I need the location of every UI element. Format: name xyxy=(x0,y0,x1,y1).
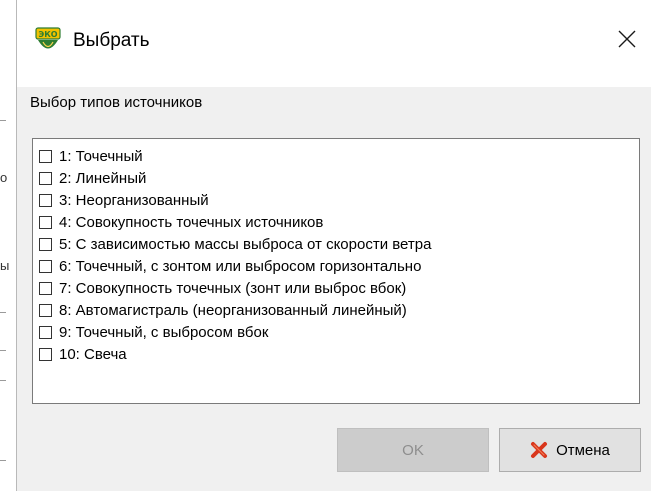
list-item-label: 3: Неорганизованный xyxy=(59,191,209,209)
svg-text:ЭКО: ЭКО xyxy=(38,30,57,39)
checkbox[interactable] xyxy=(39,325,52,339)
ok-button-label: OK xyxy=(402,441,424,459)
list-item-label: 5: С зависимостью массы выброса от скоро… xyxy=(59,235,432,253)
list-item[interactable]: 1: Точечный xyxy=(39,145,143,167)
list-item[interactable]: 8: Автомагистраль (неорганизованный лине… xyxy=(39,299,407,321)
background-tick xyxy=(0,350,6,351)
background-tick xyxy=(0,120,6,121)
list-item[interactable]: 4: Совокупность точечных источников xyxy=(39,211,323,233)
background-text: ы xyxy=(0,258,10,273)
background-text: о xyxy=(0,170,8,185)
list-item-label: 9: Точечный, с выбросом вбок xyxy=(59,323,269,341)
checkbox[interactable] xyxy=(39,259,52,273)
list-item[interactable]: 6: Точечный, с зонтом или выбросом гориз… xyxy=(39,255,421,277)
list-item-label: 4: Совокупность точечных источников xyxy=(59,213,324,231)
list-item-label: 8: Автомагистраль (неорганизованный лине… xyxy=(59,301,407,319)
ok-button[interactable]: OK xyxy=(337,428,489,472)
list-item[interactable]: 3: Неорганизованный xyxy=(39,189,209,211)
dialog-body: Выбор типов источников 1: Точечный 2: Ли… xyxy=(17,87,651,491)
source-types-checklist[interactable]: 1: Точечный 2: Линейный 3: Неорганизован… xyxy=(32,138,640,404)
background-tick xyxy=(0,460,6,461)
checkbox[interactable] xyxy=(39,237,52,251)
source-types-label: Выбор типов источников xyxy=(30,94,203,111)
list-item-label: 7: Совокупность точечных (зонт или выбро… xyxy=(59,279,407,297)
list-item-label: 1: Точечный xyxy=(59,147,143,165)
red-cross-icon xyxy=(531,442,548,458)
list-item[interactable]: 9: Точечный, с выбросом вбок xyxy=(39,321,268,343)
list-item-label: 6: Точечный, с зонтом или выбросом гориз… xyxy=(59,257,422,275)
close-icon xyxy=(618,30,636,48)
list-item-label: 10: Свеча xyxy=(59,345,127,363)
list-item[interactable]: 7: Совокупность точечных (зонт или выбро… xyxy=(39,277,406,299)
checkbox[interactable] xyxy=(39,347,52,361)
list-item[interactable]: 5: С зависимостью массы выброса от скоро… xyxy=(39,233,431,255)
close-button[interactable] xyxy=(610,22,644,56)
list-item[interactable]: 2: Линейный xyxy=(39,167,146,189)
checkbox[interactable] xyxy=(39,171,52,185)
select-dialog: ЭКО Выбрать Выбор типов источников 1: То… xyxy=(16,0,651,491)
background-tick xyxy=(0,380,6,381)
checkbox[interactable] xyxy=(39,149,52,163)
list-item[interactable]: 10: Свеча xyxy=(39,343,127,365)
checkbox[interactable] xyxy=(39,193,52,207)
checkbox[interactable] xyxy=(39,281,52,295)
cancel-button-label: Отмена xyxy=(556,441,610,459)
cancel-button[interactable]: Отмена xyxy=(499,428,641,472)
dialog-title: Выбрать xyxy=(73,30,150,51)
dialog-titlebar[interactable]: ЭКО Выбрать xyxy=(17,0,651,87)
list-item-label: 2: Линейный xyxy=(59,169,147,187)
checkbox[interactable] xyxy=(39,215,52,229)
background-window-edge: о ы xyxy=(0,0,17,491)
checkbox[interactable] xyxy=(39,303,52,317)
background-tick xyxy=(0,312,6,313)
eco-app-icon: ЭКО xyxy=(35,27,61,49)
